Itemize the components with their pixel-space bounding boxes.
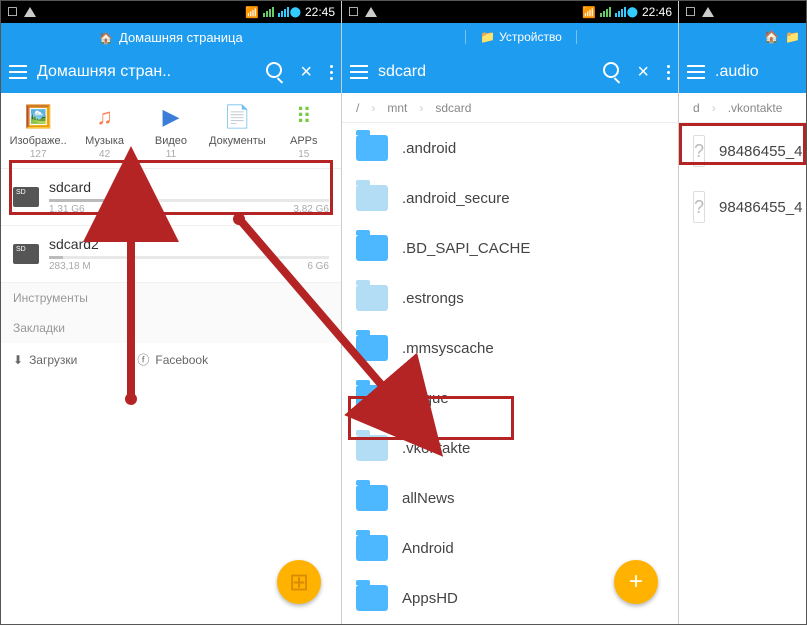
- status-bar: ☐: [679, 1, 806, 23]
- folder-icon: [356, 285, 388, 311]
- menu-icon[interactable]: [9, 65, 27, 79]
- list-item[interactable]: .BD_SAPI_CACHE: [342, 223, 678, 273]
- category-apps[interactable]: ⠿ APPs 15: [274, 103, 334, 160]
- status-bar: ☐ ⬤ 22:45: [1, 1, 341, 23]
- toolbar-title: sdcard: [378, 63, 593, 81]
- breadcrumb[interactable]: / mnt sdcard: [342, 93, 678, 123]
- fab-add-button[interactable]: +: [614, 560, 658, 604]
- list-item[interactable]: .vkontakte: [342, 423, 678, 473]
- folder-icon: [356, 435, 388, 461]
- signal-icon: [600, 7, 611, 17]
- tab-label: Домашняя страница: [119, 30, 243, 45]
- toolbar: Домашняя стран.. ×: [1, 51, 341, 93]
- folder-list: .android.android_secure.BD_SAPI_CACHE.es…: [342, 123, 678, 624]
- more-icon[interactable]: [330, 65, 333, 80]
- list-item[interactable]: ? 98486455_4: [679, 123, 806, 179]
- menu-icon[interactable]: [687, 65, 705, 79]
- close-icon[interactable]: ×: [300, 61, 312, 84]
- sdcard-icon: [13, 244, 39, 264]
- tab-bar[interactable]: 🏠📁: [679, 23, 806, 51]
- tab-bar[interactable]: 📁Устройство: [342, 23, 678, 51]
- folder-icon: [356, 385, 388, 411]
- search-icon[interactable]: [266, 62, 282, 83]
- bookmark-downloads[interactable]: ⬇Загрузки: [13, 351, 77, 368]
- list-item[interactable]: backups: [342, 623, 678, 624]
- folder-icon: [356, 135, 388, 161]
- signal-icon: [278, 7, 289, 17]
- category-images[interactable]: 🖼️ Изображе.. 127: [8, 103, 68, 160]
- file-icon: ?: [693, 191, 705, 223]
- toolbar-title: .audio: [715, 63, 798, 81]
- toolbar-title: Домашняя стран..: [37, 63, 256, 81]
- section-instruments: Инструменты: [1, 283, 341, 313]
- tab-bar[interactable]: Домашняя страница: [1, 23, 341, 51]
- file-list: ? 98486455_4 ? 98486455_4: [679, 123, 806, 235]
- folder-icon: [356, 535, 388, 561]
- list-item[interactable]: .torque: [342, 373, 678, 423]
- list-item[interactable]: .mmsyscache: [342, 323, 678, 373]
- storage-sdcard2[interactable]: sdcard2 283,18 M6 G6: [1, 226, 341, 283]
- signal-icon: [615, 7, 626, 17]
- list-item[interactable]: ? 98486455_4: [679, 179, 806, 235]
- warning-icon: [365, 7, 377, 17]
- category-video[interactable]: ▶ Видео 11: [141, 103, 201, 160]
- section-bookmarks: Закладки: [1, 313, 341, 343]
- list-item[interactable]: .android: [342, 123, 678, 173]
- panel-audio: ☐ 🏠📁 .audio d .vkontakte ? 98486455_4 ? …: [679, 1, 806, 624]
- bookmark-facebook[interactable]: ⓕFacebook: [137, 351, 208, 368]
- breadcrumb[interactable]: d .vkontakte: [679, 93, 806, 123]
- home-icon: [99, 30, 113, 45]
- toolbar: sdcard ×: [342, 51, 678, 93]
- categories-row: 🖼️ Изображе.. 127 ♫ Музыка 42 ▶ Видео 11…: [1, 93, 341, 169]
- storage-sdcard[interactable]: sdcard 1,31 G63,82 G6: [1, 169, 341, 226]
- folder-icon: [356, 185, 388, 211]
- wifi-icon: [582, 5, 596, 19]
- list-item[interactable]: allNews: [342, 473, 678, 523]
- folder-icon: [356, 585, 388, 611]
- panel-home: ☐ ⬤ 22:45 Домашняя страница Домашняя стр…: [1, 1, 342, 624]
- menu-icon[interactable]: [350, 65, 368, 79]
- category-music[interactable]: ♫ Музыка 42: [75, 103, 135, 160]
- folder-icon: [356, 485, 388, 511]
- warning-icon: [702, 7, 714, 17]
- search-icon[interactable]: [603, 62, 619, 83]
- panel-device: ☐ ⬤ 22:46 📁Устройство sdcard ×: [342, 1, 679, 624]
- fab-button[interactable]: ⊞: [277, 560, 321, 604]
- file-icon: ?: [693, 135, 705, 167]
- toolbar: .audio: [679, 51, 806, 93]
- clock: 22:45: [305, 5, 335, 19]
- more-icon[interactable]: [667, 65, 670, 80]
- folder-icon: [356, 335, 388, 361]
- category-docs[interactable]: 📄 Документы: [207, 103, 267, 160]
- list-item[interactable]: .android_secure: [342, 173, 678, 223]
- signal-icon: [263, 7, 274, 17]
- list-item[interactable]: .estrongs: [342, 273, 678, 323]
- clock: 22:46: [642, 5, 672, 19]
- status-bar: ☐ ⬤ 22:46: [342, 1, 678, 23]
- sdcard-icon: [13, 187, 39, 207]
- close-icon[interactable]: ×: [637, 61, 649, 84]
- wifi-icon: [245, 5, 259, 19]
- warning-icon: [24, 7, 36, 17]
- folder-icon: [356, 235, 388, 261]
